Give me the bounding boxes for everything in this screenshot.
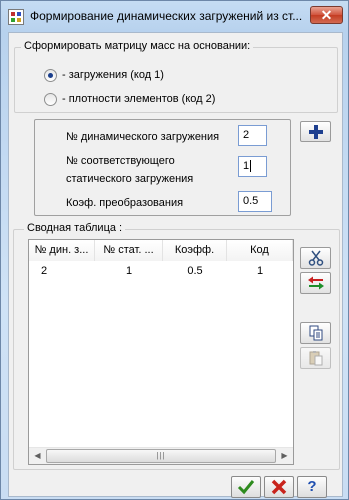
- swap-button[interactable]: [300, 272, 331, 294]
- radio-label-density: - плотности элементов (код 2): [62, 93, 216, 105]
- cross-icon: [265, 479, 293, 495]
- dialog-client-area: Сформировать матрицу масс на основании: …: [8, 32, 343, 498]
- column-header-dynamic[interactable]: № дин. з...: [29, 240, 95, 261]
- column-header-coef[interactable]: Коэфф.: [163, 240, 227, 261]
- cut-button[interactable]: [300, 247, 331, 269]
- mass-matrix-group: Сформировать матрицу масс на основании: …: [14, 40, 338, 113]
- cell-static: 1: [125, 265, 133, 277]
- question-icon: ?: [307, 478, 317, 495]
- dynamic-load-input[interactable]: 2: [238, 125, 267, 146]
- column-header-code[interactable]: Код: [227, 240, 293, 261]
- radio-label-load: - загружения (код 1): [62, 69, 164, 81]
- static-load-input[interactable]: 1: [238, 156, 267, 177]
- text-cursor: [250, 160, 252, 172]
- scroll-left-arrow[interactable]: ◀: [29, 448, 46, 464]
- cell-code: 1: [256, 265, 264, 277]
- paste-button[interactable]: [300, 347, 331, 369]
- radio-button-density[interactable]: [44, 93, 57, 106]
- static-load-label-line2: статического загружения: [66, 173, 194, 185]
- check-icon: [232, 479, 260, 495]
- static-load-label-line1: № соответствующего: [66, 155, 175, 167]
- column-header-static[interactable]: № стат. ...: [95, 240, 163, 261]
- add-button[interactable]: [300, 121, 331, 142]
- mass-matrix-group-title: Сформировать матрицу масс на основании:: [21, 40, 254, 52]
- title-bar[interactable]: Формирование динамических загружений из …: [1, 1, 348, 31]
- cell-dynamic: 2: [41, 265, 48, 277]
- help-button[interactable]: ?: [297, 476, 327, 498]
- summary-table: № дин. з... № стат. ... Коэфф. Код 2 1 0…: [28, 239, 294, 465]
- table-header: № дин. з... № стат. ... Коэфф. Код: [29, 240, 293, 261]
- swap-arrows-icon: [301, 275, 330, 291]
- plus-icon: [301, 124, 330, 140]
- close-button[interactable]: ✕: [310, 6, 343, 24]
- coefficient-input[interactable]: 0.5: [238, 191, 272, 212]
- scroll-right-arrow[interactable]: ▶: [276, 448, 293, 464]
- table-row[interactable]: 2 1 0.5 1: [29, 262, 293, 280]
- copy-button[interactable]: [300, 322, 331, 344]
- scissors-icon: [301, 250, 330, 266]
- app-icon: [8, 9, 24, 25]
- cell-coef: 0.5: [187, 265, 203, 277]
- dialog-window: Формирование динамических загружений из …: [0, 0, 349, 500]
- radio-button-load[interactable]: [44, 69, 57, 82]
- coefficient-label: Коэф. преобразования: [66, 197, 184, 209]
- cancel-button[interactable]: [264, 476, 294, 498]
- horizontal-scrollbar[interactable]: ◀ ||| ▶: [29, 447, 293, 464]
- paste-icon: [301, 350, 330, 366]
- load-parameters-panel: № динамического загружения 2 № соответст…: [34, 119, 291, 216]
- dynamic-load-label: № динамического загружения: [66, 131, 220, 143]
- scroll-thumb[interactable]: |||: [46, 449, 276, 463]
- ok-button[interactable]: [231, 476, 261, 498]
- static-load-value: 1: [243, 160, 250, 172]
- summary-table-title: Сводная таблица :: [24, 222, 126, 234]
- window-title: Формирование динамических загружений из …: [30, 9, 303, 23]
- copy-icon: [301, 325, 330, 341]
